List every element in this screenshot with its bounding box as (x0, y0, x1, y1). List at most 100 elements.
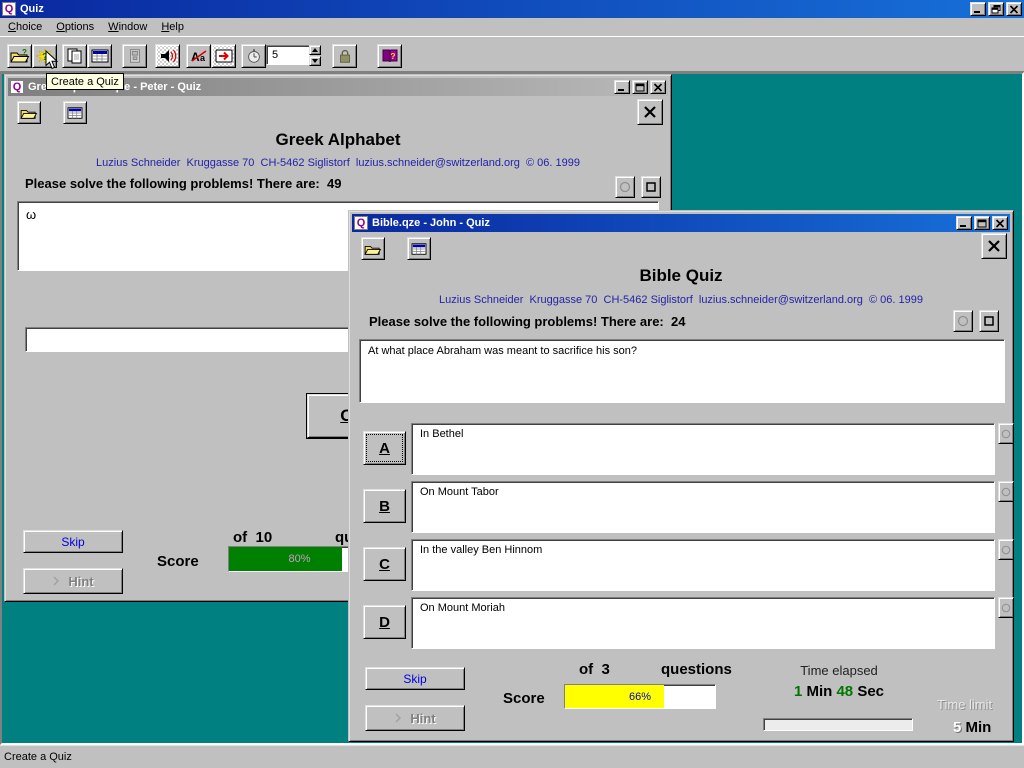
spinner-down-button[interactable] (309, 56, 321, 66)
greek-quiz-heading: Greek Alphabet (5, 130, 671, 150)
circle-icon (1001, 487, 1011, 497)
circle-icon (1001, 429, 1011, 439)
time-elapsed-value: 1 Min 48 Sec (759, 683, 919, 700)
timer-button[interactable] (241, 44, 266, 68)
elapsed-seconds-unit: Sec (857, 683, 884, 700)
greek-skip-button[interactable]: Skip (23, 530, 123, 553)
svg-text:?: ? (390, 51, 395, 61)
answer-d-button[interactable]: D (363, 605, 406, 639)
answer-row-d: D On Mount Moriah (349, 597, 1015, 649)
main-restore-button[interactable] (988, 2, 1004, 16)
bible-prompt: Please solve the following problems! The… (369, 314, 685, 329)
greek-end-quiz-button[interactable] (637, 99, 663, 125)
bible-title-bar[interactable]: Q Bible.qze - John - Quiz (352, 214, 1010, 232)
quiz-doc-icon: Q (354, 216, 368, 230)
greek-minimize-button[interactable] (614, 80, 630, 94)
app-icon: Q (2, 2, 16, 16)
bible-score-label: Score (503, 690, 545, 707)
stopwatch-icon (245, 48, 263, 64)
elapsed-minutes: 1 (794, 683, 802, 700)
square-icon (983, 315, 995, 327)
spinner-value[interactable]: 5 (266, 45, 310, 65)
table-icon (66, 106, 84, 120)
greek-score-label: Score (157, 553, 199, 570)
limit-minutes: 5 (953, 719, 961, 736)
status-text: Create a Quiz (4, 751, 72, 763)
circle-icon (1001, 545, 1011, 555)
elapsed-seconds: 48 (836, 683, 853, 700)
restore-icon (991, 5, 1001, 14)
bible-results-button[interactable] (407, 237, 431, 260)
menu-window[interactable]: Window (108, 21, 147, 33)
greek-open-button[interactable] (17, 101, 41, 124)
save-button[interactable] (122, 44, 147, 68)
results-table-button[interactable] (87, 44, 112, 68)
answer-d-text-box: On Mount Moriah (411, 597, 995, 649)
folder-open-icon: ? (10, 48, 30, 64)
menu-help[interactable]: Help (161, 21, 184, 33)
spinner-up-button[interactable] (309, 45, 321, 55)
main-close-button[interactable] (1006, 2, 1022, 16)
lock-button[interactable] (332, 44, 357, 68)
bible-open-button[interactable] (361, 237, 385, 260)
answer-d-sound-button[interactable] (998, 597, 1014, 618)
time-limit-spinner[interactable]: 5 (266, 45, 322, 67)
mdi-client-area: Q Greek Alphabet.qze - Peter - Quiz Gree… (0, 72, 1024, 745)
close-x-icon (642, 104, 658, 120)
greek-of-count: of 10 (233, 529, 272, 546)
bible-show-picture-button[interactable] (979, 310, 999, 332)
answer-c-button[interactable]: C (363, 547, 406, 581)
bible-close-button[interactable] (992, 216, 1008, 230)
time-limit-label: Time limit (937, 697, 992, 712)
copy-button[interactable] (62, 44, 87, 68)
exit-mode-button[interactable] (211, 44, 236, 68)
bible-end-quiz-button[interactable] (981, 233, 1007, 259)
folder-open-icon (364, 242, 382, 256)
status-bar: Create a Quiz (0, 745, 1024, 768)
close-icon (653, 83, 663, 92)
greek-play-sound-button[interactable] (615, 176, 635, 198)
bible-window-title: Bible.qze - John - Quiz (372, 217, 954, 229)
answer-row-c: C In the valley Ben Hinnom (349, 539, 1015, 591)
greek-results-button[interactable] (63, 101, 87, 124)
hint-arrow-icon (52, 576, 60, 586)
help-button[interactable]: ? (377, 44, 402, 68)
menu-bar: Choice Options Window Help (0, 18, 1024, 36)
menu-choice[interactable]: Choice (8, 21, 42, 33)
open-quiz-button[interactable]: ? (7, 44, 32, 68)
copy-icon (65, 48, 85, 64)
sound-toggle-button[interactable] (155, 44, 180, 68)
main-minimize-button[interactable] (970, 2, 986, 16)
bible-skip-button[interactable]: Skip (365, 667, 465, 690)
close-icon (995, 219, 1005, 228)
minimize-icon (959, 219, 969, 228)
answer-c-sound-button[interactable] (998, 539, 1014, 560)
bible-play-sound-button[interactable] (953, 310, 973, 332)
bible-minimize-button[interactable] (956, 216, 972, 230)
greek-maximize-button[interactable] (632, 80, 648, 94)
bible-quiz-heading: Bible Quiz (349, 266, 1013, 286)
time-elapsed-label: Time elapsed (769, 663, 909, 678)
save-icon (126, 48, 144, 64)
bible-quiz-window: Q Bible.qze - John - Quiz Bible Quiz Luz… (348, 210, 1014, 742)
greek-close-button[interactable] (650, 80, 666, 94)
circle-icon (1001, 603, 1011, 613)
bible-maximize-button[interactable] (974, 216, 990, 230)
bible-hint-button[interactable]: Hint (365, 705, 465, 731)
greek-show-picture-button[interactable] (641, 176, 661, 198)
bible-score-percent: 66% (565, 685, 715, 708)
greek-hint-button[interactable]: Hint (23, 568, 123, 594)
minimize-icon (973, 5, 983, 14)
square-icon (645, 181, 657, 193)
answer-a-button[interactable]: A (363, 431, 406, 465)
time-limit-value: 5 Min (953, 719, 991, 736)
answer-b-button[interactable]: B (363, 489, 406, 523)
help-book-icon: ? (380, 48, 400, 64)
answer-row-a: A In Bethel (349, 423, 1015, 475)
close-x-icon (986, 238, 1002, 254)
menu-options[interactable]: Options (56, 21, 94, 33)
answer-a-sound-button[interactable] (998, 423, 1014, 444)
answer-b-sound-button[interactable] (998, 481, 1014, 502)
font-button[interactable]: Aa (186, 44, 211, 68)
answer-b-text-box: On Mount Tabor (411, 481, 995, 533)
